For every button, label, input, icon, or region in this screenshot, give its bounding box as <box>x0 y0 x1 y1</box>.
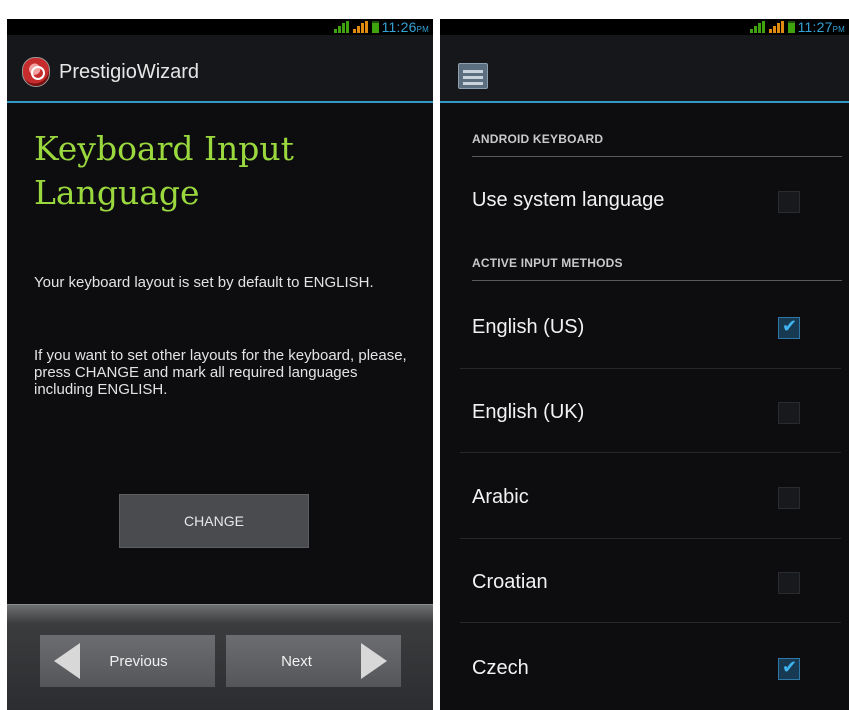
language-row[interactable]: English (UK) <box>460 369 841 453</box>
language-checkbox[interactable] <box>778 657 800 680</box>
language-label: English (US) <box>472 316 585 338</box>
language-checkbox[interactable] <box>778 402 800 424</box>
battery-icon <box>787 21 795 33</box>
page-title: Keyboard Input Language <box>34 129 294 212</box>
change-button[interactable]: CHANGE <box>119 494 309 548</box>
action-bar: PrestigioWizard <box>7 35 433 103</box>
default-layout-text: Your keyboard layout is set by default t… <box>34 274 374 291</box>
prestigio-logo-icon <box>22 57 50 87</box>
language-checkbox[interactable] <box>778 487 800 509</box>
instructions-text: If you want to set other layouts for the… <box>34 347 407 398</box>
section-divider <box>472 156 842 157</box>
status-clock: 11:26PM <box>381 19 429 35</box>
previous-button[interactable]: Previous <box>40 635 215 687</box>
battery-icon <box>371 21 379 33</box>
status-icons: 11:26PM <box>333 19 429 35</box>
language-label: Czech <box>472 657 529 679</box>
section-header-label: ANDROID KEYBOARD <box>472 132 604 146</box>
language-label: English (UK) <box>472 401 585 423</box>
language-row[interactable]: Czech <box>460 623 841 710</box>
next-label: Next <box>281 652 312 670</box>
input-language-settings-screen: 11:27PM ANDROID KEYBOARD Use system lang… <box>440 19 849 710</box>
wizard-screen: 11:26PM PrestigioWizard Keyboard Input L… <box>7 19 433 710</box>
language-checkbox[interactable] <box>778 572 800 594</box>
signal-2-icon <box>352 21 369 33</box>
section-header-label: ACTIVE INPUT METHODS <box>472 256 623 270</box>
status-clock: 11:27PM <box>797 19 845 35</box>
language-row[interactable]: Arabic <box>460 453 841 539</box>
language-label: Arabic <box>472 486 529 508</box>
language-row[interactable]: Croatian <box>460 539 841 623</box>
signal-icon <box>749 21 766 33</box>
app-title: PrestigioWizard <box>59 61 200 83</box>
use-system-language-checkbox[interactable] <box>778 191 800 213</box>
use-system-language-row[interactable]: Use system language <box>460 171 841 233</box>
use-system-language-label: Use system language <box>472 189 665 211</box>
language-label: Croatian <box>472 571 548 593</box>
section-divider <box>472 280 842 281</box>
settings-app-icon[interactable] <box>458 63 488 89</box>
section-header-active-input-methods: ACTIVE INPUT METHODS <box>472 256 842 282</box>
language-row[interactable]: English (US) <box>460 283 841 369</box>
wizard-navigation: Previous Next <box>7 604 433 710</box>
action-bar <box>440 35 849 103</box>
status-bar: 11:27PM <box>440 19 849 35</box>
language-checkbox[interactable] <box>778 316 800 339</box>
arrow-right-icon <box>361 643 387 679</box>
status-icons: 11:27PM <box>749 19 845 35</box>
status-bar: 11:26PM <box>7 19 433 35</box>
next-button[interactable]: Next <box>226 635 401 687</box>
section-header-android-keyboard: ANDROID KEYBOARD <box>472 132 842 158</box>
previous-label: Previous <box>109 652 168 670</box>
signal-2-icon <box>768 21 785 33</box>
signal-icon <box>333 21 350 33</box>
arrow-left-icon <box>54 643 80 679</box>
